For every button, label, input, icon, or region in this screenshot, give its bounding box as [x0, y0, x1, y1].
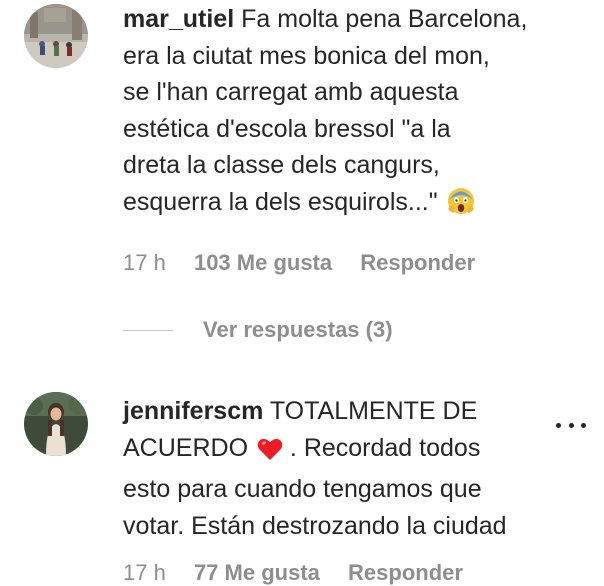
comment-text: jenniferscm TOTALMENTE DE ACUERDO . Reco…: [123, 393, 563, 544]
comment-line: esquerra la dels esquirols...": [123, 184, 563, 226]
reply-button[interactable]: Responder: [360, 250, 475, 275]
comment-text-segment: votar. Están destrozando la ciudad: [123, 511, 507, 540]
comment-text: mar_utiel Fa molta pena Barcelona, era l…: [123, 1, 563, 225]
comment-meta: 17 h 77 Me gusta Responder: [123, 560, 485, 586]
comment-text-segment: . Recordad todos: [289, 433, 481, 462]
dot: [556, 422, 561, 428]
likes-count[interactable]: 77 Me gusta: [194, 560, 320, 585]
avatar-image: [24, 4, 88, 68]
dot: [581, 422, 586, 428]
comment-line: ACUERDO . Recordad todos: [123, 430, 563, 472]
comment-line: jenniferscm TOTALMENTE DE: [123, 393, 563, 430]
comment-meta: 17 h 103 Me gusta Responder: [123, 250, 497, 276]
username[interactable]: jenniferscm: [123, 397, 263, 425]
more-options-icon[interactable]: [556, 420, 586, 430]
comment-text-segment: TOTALMENTE DE: [269, 397, 478, 425]
comment-timestamp: 17 h: [123, 250, 166, 275]
comment-text-segment: se l'han carregat amb aquesta: [123, 78, 459, 106]
likes-count[interactable]: 103 Me gusta: [194, 250, 332, 275]
dot: [568, 422, 574, 428]
comment-text-segment: ACUERDO: [123, 433, 249, 462]
view-replies-label: Ver respuestas (3): [203, 317, 393, 342]
reply-button[interactable]: Responder: [348, 560, 463, 585]
comment-timestamp: 17 h: [123, 560, 166, 585]
avatar[interactable]: [24, 392, 88, 456]
comment-line: mar_utiel Fa molta pena Barcelona,: [123, 1, 563, 38]
comment-text-segment: era la ciutat mes bonica del mon,: [123, 41, 490, 70]
view-replies-button[interactable]: Ver respuestas (3): [123, 315, 393, 345]
replies-divider: [123, 329, 173, 331]
username[interactable]: mar_utiel: [123, 5, 234, 33]
comment-text-segment: Fa molta pena Barcelona,: [241, 5, 528, 33]
comment-text-segment: estética d'escola bressol "a la: [123, 114, 451, 143]
comment-text-segment: dreta la classe dels cangurs,: [123, 151, 440, 179]
avatar[interactable]: [24, 4, 88, 68]
screaming-face-emoji: [447, 187, 475, 226]
red-heart-emoji: [257, 435, 283, 472]
avatar-image: [24, 392, 88, 456]
comment-text-segment: esto para cuando tengamos que: [123, 475, 482, 503]
comment-text-segment: esquerra la dels esquirols...": [123, 187, 438, 216]
